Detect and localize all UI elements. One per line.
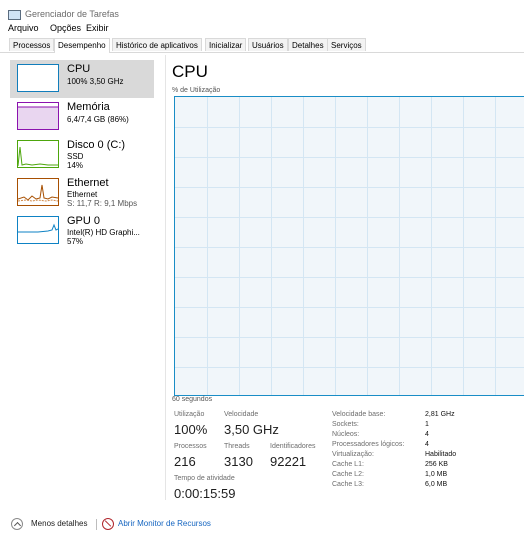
time-axis-label: 60 segundos [172,396,213,403]
spec-value: 1 [425,421,429,428]
sidebar-item-usage: 14% [67,161,84,170]
processos-value: 216 [174,454,196,469]
sidebar-item-throughput: S: 11,7 R: 9,1 Mbps [67,199,138,208]
spec-label: Virtualização: [332,451,374,458]
sidebar-item-detail: Intel(R) HD Graphi... [67,228,140,237]
utilizacao-label: Utilização [174,411,205,418]
tab-inicializar[interactable]: Inicializar [205,38,247,51]
sidebar-item-detail: 100% 3,50 GHz [67,77,124,86]
sidebar-item-detail: 6,4/7,4 GB (86%) [67,115,129,124]
spec-value: 6,0 MB [425,481,448,488]
utilization-axis-label: % de Utilização [172,87,221,94]
sidebar-item-detail: Ethernet [67,190,98,199]
sidebar-item-gpu[interactable]: GPU 0 Intel(R) HD Graphi... 57% [10,212,155,250]
sidebar-item-ethernet[interactable]: Ethernet Ethernet S: 11,7 R: 9,1 Mbps [10,174,155,212]
spec-label: Cache L2: [332,471,364,478]
footer-divider [96,519,97,530]
tab-servicos[interactable]: Serviços [327,38,366,51]
spec-label: Velocidade base: [332,411,386,418]
footer-bar: Menos detalhes Abrir Monitor de Recursos [0,517,524,533]
velocidade-label: Velocidade [224,411,259,418]
threads-label: Threads [224,443,250,450]
sidebar-item-cpu[interactable]: CPU 100% 3,50 GHz [10,60,154,98]
chevron-up-icon[interactable] [11,518,23,530]
sidebar-item-detail: SSD [67,152,84,161]
spec-label: Sockets: [332,421,359,428]
gpu-thumbnail [17,216,59,244]
tab-usuarios[interactable]: Usuários [248,38,288,51]
sidebar-item-title: Ethernet [67,177,109,189]
sidebar-item-title: GPU 0 [67,215,101,227]
spec-label: Núcleos: [332,431,360,438]
menu-opcoes[interactable]: Opções [50,23,81,33]
ethernet-thumbnail [17,178,59,206]
velocidade-value: 3,50 GHz [224,422,279,437]
processos-label: Processos [174,443,207,450]
sidebar-item-title: Memória [67,101,110,113]
tab-detalhes[interactable]: Detalhes [288,38,328,51]
spec-value: 256 KB [425,461,448,468]
sidebar-item-memoria[interactable]: Memória 6,4/7,4 GB (86%) [10,98,155,136]
sidebar-item-title: CPU [67,63,91,75]
spec-value: 1,0 MB [425,471,448,478]
spec-value: 2,81 GHz [425,411,455,418]
memory-thumbnail [17,102,59,130]
identificadores-label: Identificadores [270,443,316,450]
utilizacao-value: 100% [174,422,208,437]
sidebar-item-usage: 57% [67,237,84,246]
spec-value: 4 [425,441,429,448]
menu-exibir[interactable]: Exibir [86,23,109,33]
spec-value: Habilitado [425,451,457,458]
tab-historico-aplicativos[interactable]: Histórico de aplicativos [112,38,202,51]
spec-label: Processadores lógicos: [332,441,405,448]
disk-thumbnail [17,140,59,168]
menu-arquivo[interactable]: Arquivo [8,23,39,33]
spec-label: Cache L3: [332,481,364,488]
sidebar-item-disco[interactable]: Disco 0 (C:) SSD 14% [10,136,155,174]
identificadores-value: 92221 [270,454,307,469]
tab-bar: Processos Desempenho Histórico de aplica… [0,38,524,53]
tab-processos[interactable]: Processos [9,38,55,51]
resource-monitor-icon[interactable] [102,518,114,530]
sidebar-item-title: Disco 0 (C:) [67,139,126,151]
open-resource-monitor-link[interactable]: Abrir Monitor de Recursos [118,519,211,528]
graph-grid [175,97,524,395]
resource-sidebar: CPU 100% 3,50 GHz Memória 6,4/7,4 GB (86… [0,55,166,500]
tempo-atividade-value: 0:00:15:59 [174,486,236,501]
window-title: Gerenciador de Tarefas [25,9,119,19]
spec-value: 4 [425,431,429,438]
task-manager-icon [8,10,21,20]
threads-value: 3130 [224,454,253,469]
spec-label: Cache L1: [332,461,364,468]
title-bar: Gerenciador de Tarefas [0,0,524,22]
less-details-button[interactable]: Menos detalhes [31,519,87,528]
cpu-thumbnail [17,64,59,92]
tempo-atividade-label: Tempo de atividade [174,475,235,482]
cpu-usage-graph [174,96,524,396]
page-title: CPU [172,62,208,81]
tab-desempenho[interactable]: Desempenho [54,38,110,53]
